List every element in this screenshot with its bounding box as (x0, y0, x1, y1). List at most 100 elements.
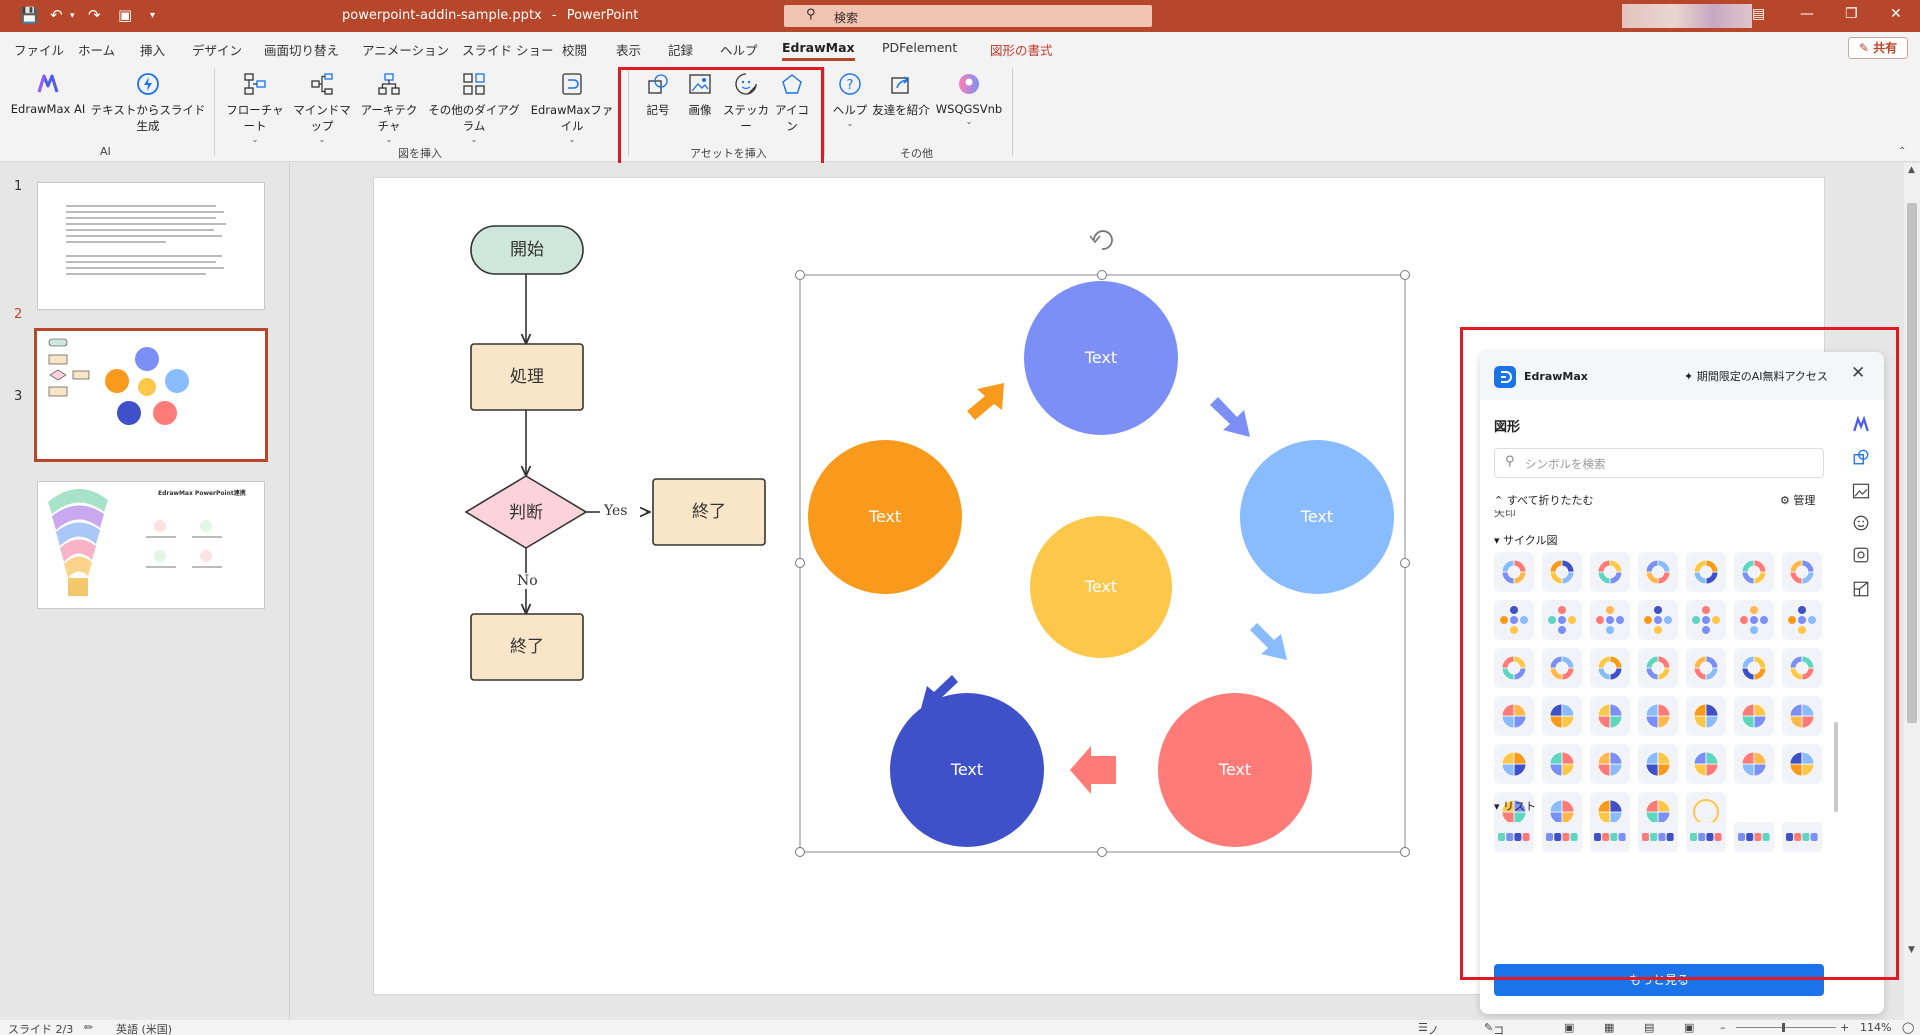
other-diagrams-button[interactable]: その他のダイアグラム ⌄ (424, 70, 524, 144)
cycle-shape-thumbnail[interactable] (1590, 744, 1630, 784)
scroll-thumb[interactable] (1907, 203, 1917, 723)
list-category-toggle[interactable]: ▾ リスト (1494, 798, 1536, 814)
cycle-shape-thumbnail[interactable] (1686, 600, 1726, 640)
rotate-handle-icon[interactable] (1089, 230, 1113, 250)
tab-transitions[interactable]: 画面切り替え (264, 40, 339, 59)
undo-icon[interactable]: ↶ (50, 6, 63, 24)
help-button[interactable]: ? ヘルプ ⌄ (830, 70, 870, 128)
zoom-slider[interactable] (1736, 1023, 1836, 1032)
panel-scrollbar[interactable] (1834, 722, 1838, 812)
cycle-shape-thumbnail[interactable] (1686, 648, 1726, 688)
share-button[interactable]: ✎ 共有 (1848, 37, 1908, 59)
close-panel-icon[interactable]: ✕ (1851, 363, 1865, 383)
cycle-shape-thumbnail[interactable] (1542, 744, 1582, 784)
comments-button[interactable]: ✎ コメント (1484, 1021, 1504, 1035)
cycle-shape-thumbnail[interactable] (1734, 600, 1774, 640)
edrawmax-ai-button[interactable]: EdrawMax AI (8, 70, 88, 116)
zoom-out-icon[interactable]: – (1720, 1021, 1726, 1034)
template-rail-icon[interactable] (1850, 578, 1872, 600)
more-button[interactable]: もっと見る (1494, 964, 1824, 996)
cycle-shape-thumbnail[interactable] (1782, 696, 1822, 736)
redo-icon[interactable]: ↷ (88, 6, 101, 24)
cycle-shape-thumbnail[interactable] (1590, 648, 1630, 688)
tab-pdfelement[interactable]: PDFelement (882, 40, 957, 55)
cycle-shape-thumbnail[interactable] (1638, 552, 1678, 592)
cycle-shape-thumbnail[interactable] (1782, 648, 1822, 688)
cycle-shape-thumbnail[interactable] (1590, 696, 1630, 736)
cycle-shape-thumbnail[interactable] (1782, 744, 1822, 784)
cycle-shape-thumbnail[interactable] (1638, 648, 1678, 688)
image-rail-icon[interactable] (1850, 480, 1872, 502)
ai-rail-icon[interactable] (1850, 414, 1872, 436)
tab-review[interactable]: 校閲 (562, 40, 587, 59)
cycle-shape-thumbnail[interactable] (1494, 600, 1534, 640)
edrawmax-file-button[interactable]: EdrawMaxファイル ⌄ (526, 70, 618, 144)
slideshow-icon[interactable]: ▣ (1684, 1021, 1694, 1034)
cycle-shape-thumbnail[interactable] (1734, 648, 1774, 688)
tab-help[interactable]: ヘルプ (720, 40, 758, 59)
tab-edrawmax[interactable]: EdrawMax (782, 40, 855, 61)
cycle-shape-thumbnail[interactable] (1590, 600, 1630, 640)
fit-slide-icon[interactable]: ◯ (1902, 1021, 1914, 1034)
save-icon[interactable]: 💾 (20, 6, 39, 24)
symbol-search-input[interactable]: ⚲ シンボルを検索 (1494, 448, 1824, 478)
cycle-shape-thumbnail[interactable] (1782, 600, 1822, 640)
icon-rail-icon[interactable] (1850, 544, 1872, 566)
list-shape-thumbnail[interactable] (1542, 822, 1582, 852)
slide-sorter-icon[interactable]: ▦ (1604, 1021, 1614, 1034)
language-indicator[interactable]: 英語 (米国) (116, 1021, 172, 1035)
cycle-shape-thumbnail[interactable] (1734, 696, 1774, 736)
tab-slideshow[interactable]: スライド ショー (462, 40, 553, 59)
cycle-shape-thumbnail[interactable] (1542, 696, 1582, 736)
customize-qat-icon[interactable]: ▾ (150, 10, 155, 21)
text-to-slides-button[interactable]: テキストからスライド生成 (90, 70, 206, 134)
present-icon[interactable]: ▣ (118, 6, 132, 24)
maximize-icon[interactable]: ❐ (1845, 6, 1858, 22)
cycle-shape-thumbnail[interactable] (1638, 600, 1678, 640)
ai-promo-link[interactable]: ✦ 期間限定のAI無料アクセス (1684, 368, 1828, 384)
tab-home[interactable]: ホーム (78, 40, 115, 59)
tab-shape-format[interactable]: 図形の書式 (990, 40, 1053, 59)
cycle-shape-thumbnail[interactable] (1734, 552, 1774, 592)
cycle-shape-thumbnail[interactable] (1494, 648, 1534, 688)
list-shape-thumbnail[interactable] (1734, 822, 1774, 852)
cycle-shape-thumbnail[interactable] (1686, 744, 1726, 784)
cycle-shape-thumbnail[interactable] (1686, 552, 1726, 592)
cycle-shape-thumbnail[interactable] (1686, 696, 1726, 736)
tab-view[interactable]: 表示 (616, 40, 641, 59)
tab-animations[interactable]: アニメーション (362, 40, 449, 59)
shapes-rail-icon[interactable] (1850, 446, 1872, 468)
list-shape-thumbnail[interactable] (1782, 822, 1822, 852)
cycle-shape-thumbnail[interactable] (1638, 744, 1678, 784)
cycle-shape-thumbnail[interactable] (1494, 744, 1534, 784)
list-shape-thumbnail[interactable] (1686, 822, 1726, 852)
arrow-category-label[interactable]: 矢印 (1494, 510, 1516, 518)
flowchart-button[interactable]: フローチャート ⌄ (222, 70, 288, 144)
list-shape-thumbnail[interactable] (1638, 822, 1678, 852)
slide-thumbnail-1[interactable] (37, 182, 265, 310)
cycle-shape-thumbnail[interactable] (1494, 696, 1534, 736)
cycle-shape-thumbnail[interactable] (1494, 552, 1534, 592)
scroll-up-icon[interactable]: ▲ (1908, 165, 1915, 175)
reading-view-icon[interactable]: ▤ (1644, 1021, 1654, 1034)
zoom-level[interactable]: 114% (1860, 1021, 1891, 1034)
tab-record[interactable]: 記録 (668, 40, 693, 59)
list-shape-thumbnail[interactable] (1494, 822, 1534, 852)
cycle-shape-thumbnail[interactable] (1638, 696, 1678, 736)
search-box[interactable]: ⚲ 検索 (784, 5, 1152, 27)
normal-view-icon[interactable]: ▣ (1564, 1021, 1574, 1034)
tab-design[interactable]: デザイン (192, 40, 242, 59)
scroll-down-icon[interactable]: ▼ (1908, 945, 1915, 955)
sticker-rail-icon[interactable] (1850, 512, 1872, 534)
cycle-shape-thumbnail[interactable] (1542, 552, 1582, 592)
zoom-in-icon[interactable]: + (1840, 1021, 1849, 1034)
cycle-shape-thumbnail[interactable] (1542, 648, 1582, 688)
cycle-shape-thumbnail[interactable] (1734, 744, 1774, 784)
account-button[interactable]: WSQGSVnb ⌄ (934, 70, 1004, 126)
accessibility-icon[interactable]: ✏ (84, 1021, 93, 1034)
tab-insert[interactable]: 挿入 (140, 40, 165, 59)
notes-button[interactable]: ☰ ノート (1418, 1021, 1439, 1035)
tab-file[interactable]: ファイル (14, 40, 64, 59)
manage-button[interactable]: ⚙ 管理 (1780, 492, 1815, 508)
undo-dropdown-icon[interactable]: ▾ (70, 11, 75, 21)
